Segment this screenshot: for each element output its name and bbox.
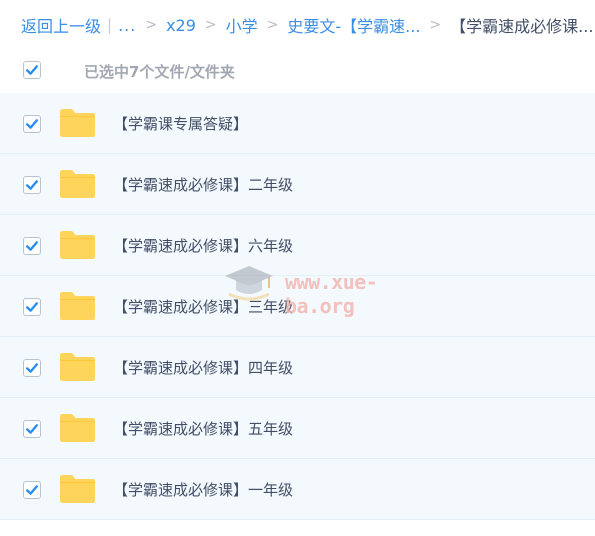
file-row[interactable]: 【学霸速成必修课】五年级 bbox=[0, 398, 595, 459]
check-icon bbox=[26, 119, 38, 129]
folder-icon bbox=[60, 414, 95, 442]
folder-icon bbox=[60, 353, 95, 381]
file-row[interactable]: 【学霸速成必修课】二年级 bbox=[0, 154, 595, 215]
row-checkbox[interactable] bbox=[23, 237, 41, 255]
breadcrumb-separator: > bbox=[204, 17, 217, 33]
check-icon bbox=[26, 363, 38, 373]
row-checkbox[interactable] bbox=[23, 481, 41, 499]
row-checkbox[interactable] bbox=[23, 298, 41, 316]
file-name[interactable]: 【学霸课专属答疑】 bbox=[113, 113, 248, 134]
file-list: 【学霸课专属答疑】 【学霸速成必修课】二年级 【学霸速成必修课】六年级 【学霸速… bbox=[0, 93, 595, 520]
select-all-bar: 已选中7个文件/文件夹 bbox=[0, 50, 595, 92]
breadcrumb-current: 【学霸速成必修课... bbox=[450, 17, 594, 36]
check-icon bbox=[26, 302, 38, 312]
row-checkbox[interactable] bbox=[23, 115, 41, 133]
file-name[interactable]: 【学霸速成必修课】二年级 bbox=[113, 174, 293, 195]
row-checkbox[interactable] bbox=[23, 359, 41, 377]
select-all-checkbox[interactable] bbox=[23, 61, 41, 79]
file-row[interactable]: 【学霸速成必修课】三年级 bbox=[0, 276, 595, 337]
breadcrumb-ellipsis[interactable]: ... bbox=[118, 16, 136, 35]
file-row[interactable]: 【学霸速成必修课】四年级 bbox=[0, 337, 595, 398]
folder-icon bbox=[60, 170, 95, 198]
file-row[interactable]: 【学霸课专属答疑】 bbox=[0, 93, 595, 154]
breadcrumb-divider: | bbox=[107, 16, 113, 34]
breadcrumb-item-x29[interactable]: x29 bbox=[166, 16, 196, 35]
breadcrumb-separator: > bbox=[429, 17, 442, 33]
breadcrumb: 返回上一级 | ... > x29 > 小学 > 史要文-【学霸速... > 【… bbox=[0, 0, 595, 50]
file-row[interactable]: 【学霸速成必修课】六年级 bbox=[0, 215, 595, 276]
back-link[interactable]: 返回上一级 bbox=[21, 13, 101, 37]
check-icon bbox=[26, 424, 38, 434]
file-name[interactable]: 【学霸速成必修课】六年级 bbox=[113, 235, 293, 256]
file-row[interactable]: 【学霸速成必修课】一年级 bbox=[0, 459, 595, 520]
check-icon bbox=[26, 180, 38, 190]
file-name[interactable]: 【学霸速成必修课】五年级 bbox=[113, 418, 293, 439]
breadcrumb-item-shiyaowen[interactable]: 史要文-【学霸速... bbox=[287, 13, 420, 37]
row-checkbox[interactable] bbox=[23, 420, 41, 438]
folder-icon bbox=[60, 292, 95, 320]
breadcrumb-separator: > bbox=[266, 17, 279, 33]
folder-icon bbox=[60, 109, 95, 137]
file-name[interactable]: 【学霸速成必修课】一年级 bbox=[113, 479, 293, 500]
check-icon bbox=[26, 485, 38, 495]
folder-icon bbox=[60, 475, 95, 503]
breadcrumb-separator: > bbox=[145, 17, 158, 33]
breadcrumb-item-primary-school[interactable]: 小学 bbox=[226, 13, 258, 37]
file-name[interactable]: 【学霸速成必修课】四年级 bbox=[113, 357, 293, 378]
check-icon bbox=[26, 65, 38, 75]
selection-status: 已选中7个文件/文件夹 bbox=[84, 63, 235, 81]
check-icon bbox=[26, 241, 38, 251]
folder-icon bbox=[60, 231, 95, 259]
row-checkbox[interactable] bbox=[23, 176, 41, 194]
file-name[interactable]: 【学霸速成必修课】三年级 bbox=[113, 296, 293, 317]
